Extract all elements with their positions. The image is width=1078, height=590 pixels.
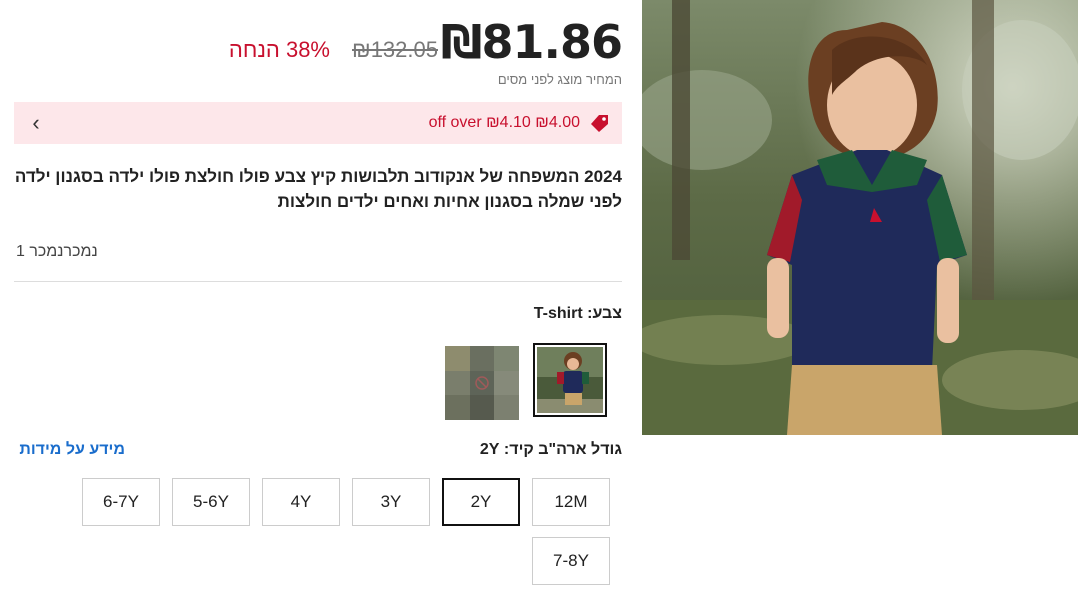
size-label-text: גודל ארה"ב קיד: (503, 441, 622, 458)
original-price: ₪132.05 (352, 37, 438, 62)
color-swatch-unavailable[interactable] (445, 346, 519, 420)
color-label: צבע: T-shirt (300, 305, 622, 323)
color-swatch-tshirt[interactable] (533, 343, 607, 417)
product-title: 2024 המשפחה של אנקודוב תלבושות קיץ צבע פ… (14, 167, 622, 211)
current-price: ₪81.86 (440, 15, 623, 69)
size-label: גודל ארה"ב קיד: 2Y (300, 441, 622, 459)
color-label-text: צבע: (587, 305, 622, 322)
tax-note: המחיר מוצג לפני מסים (497, 72, 622, 87)
size-option-2y[interactable]: 2Y (442, 478, 520, 526)
coupon-text: off over ₪4.10 ₪4.00 (428, 114, 580, 131)
product-image[interactable] (642, 0, 1078, 435)
size-option-4y[interactable]: 4Y (262, 478, 340, 526)
chevron-left-icon[interactable]: ‹ (26, 110, 46, 136)
size-option-12m[interactable]: 12M (532, 478, 610, 526)
divider (14, 281, 622, 282)
discount-badge: 38% הנחה (228, 37, 330, 62)
size-option-5-6y[interactable]: 5-6Y (172, 478, 250, 526)
size-option-6-7y[interactable]: 6-7Y (82, 478, 160, 526)
sold-count: נמכרנמכר 1 (16, 243, 98, 260)
size-value: 2Y (479, 441, 500, 458)
size-option-3y[interactable]: 3Y (352, 478, 430, 526)
size-guide-link[interactable]: מידע על מידות (14, 441, 125, 459)
color-value: T-shirt (533, 305, 583, 322)
size-option-7-8y[interactable]: 7-8Y (532, 537, 610, 585)
tag-icon (589, 113, 611, 133)
